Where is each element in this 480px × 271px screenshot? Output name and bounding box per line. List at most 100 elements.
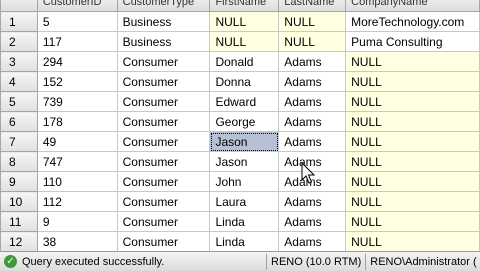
cell-customertype[interactable]: Consumer bbox=[116, 111, 211, 132]
cell-firstname[interactable]: Donald bbox=[209, 51, 280, 72]
cell-companyname[interactable]: Puma Consulting bbox=[345, 31, 480, 52]
row-number[interactable]: 12 bbox=[0, 231, 38, 251]
cell-lastname[interactable]: Adams bbox=[278, 191, 347, 212]
table-row[interactable]: 12 38 Consumer Linda Adams NULL bbox=[0, 231, 480, 251]
cell-companyname[interactable]: NULL bbox=[345, 111, 480, 132]
cell-customerid[interactable]: 110 bbox=[36, 171, 118, 192]
cell-customertype[interactable]: Consumer bbox=[116, 131, 211, 152]
cell-customerid[interactable]: 739 bbox=[36, 91, 118, 112]
cell-lastname[interactable]: Adams bbox=[278, 211, 347, 232]
column-header-companyname[interactable]: CompanyName bbox=[345, 0, 480, 12]
cell-customertype[interactable]: Consumer bbox=[116, 171, 211, 192]
cell-companyname[interactable]: NULL bbox=[345, 211, 480, 232]
row-number[interactable]: 6 bbox=[0, 111, 38, 132]
cell-firstname[interactable]: Edward bbox=[209, 91, 280, 112]
cell-lastname[interactable]: Adams bbox=[278, 111, 347, 132]
row-number[interactable]: 7 bbox=[0, 131, 38, 152]
cell-firstname[interactable]: Jason bbox=[209, 151, 280, 172]
table-row[interactable]: 7 49 Consumer Jason Adams NULL bbox=[0, 131, 480, 152]
cell-customerid[interactable]: 49 bbox=[36, 131, 118, 152]
cell-firstname[interactable]: NULL bbox=[209, 31, 280, 52]
cell-companyname[interactable]: NULL bbox=[345, 131, 480, 152]
cell-customerid[interactable]: 38 bbox=[36, 231, 118, 251]
status-divider bbox=[365, 253, 367, 270]
cell-customertype[interactable]: Consumer bbox=[116, 231, 211, 251]
row-number[interactable]: 1 bbox=[0, 11, 38, 32]
cell-companyname[interactable]: MoreTechnology.com bbox=[345, 11, 480, 32]
table-row[interactable]: 6 178 Consumer George Adams NULL bbox=[0, 111, 480, 132]
cell-lastname[interactable]: NULL bbox=[278, 11, 347, 32]
column-header-customertype[interactable]: CustomerType bbox=[116, 0, 211, 12]
cell-lastname[interactable]: NULL bbox=[278, 31, 347, 52]
column-header-lastname[interactable]: LastName bbox=[278, 0, 347, 12]
cell-lastname[interactable]: Adams bbox=[278, 51, 347, 72]
cell-customertype[interactable]: Consumer bbox=[116, 71, 211, 92]
row-number[interactable]: 4 bbox=[0, 71, 38, 92]
table-row[interactable]: 11 9 Consumer Linda Adams NULL bbox=[0, 211, 480, 232]
cell-customerid[interactable]: 178 bbox=[36, 111, 118, 132]
cell-customertype[interactable]: Consumer bbox=[116, 211, 211, 232]
cell-lastname[interactable]: Adams bbox=[278, 171, 347, 192]
row-number[interactable]: 11 bbox=[0, 211, 38, 232]
table-row[interactable]: 5 739 Consumer Edward Adams NULL bbox=[0, 91, 480, 112]
cell-customerid[interactable]: 112 bbox=[36, 191, 118, 212]
cell-customerid[interactable]: 294 bbox=[36, 51, 118, 72]
table-row[interactable]: 9 110 Consumer John Adams NULL bbox=[0, 171, 480, 192]
check-circle-icon: ✓ bbox=[4, 255, 17, 268]
results-grid[interactable]: CustomerID CustomerType FirstName LastNa… bbox=[0, 0, 480, 251]
cell-firstname[interactable]: Linda bbox=[209, 211, 280, 232]
cell-customertype[interactable]: Consumer bbox=[116, 91, 211, 112]
cell-lastname[interactable]: Adams bbox=[278, 71, 347, 92]
cell-customertype[interactable]: Consumer bbox=[116, 151, 211, 172]
cell-lastname[interactable]: Adams bbox=[278, 91, 347, 112]
table-row[interactable]: 2 117 Business NULL NULL Puma Consulting bbox=[0, 31, 480, 52]
status-message: Query executed successfully. bbox=[22, 255, 165, 268]
user-info: RENO\Administrator ( bbox=[370, 255, 477, 268]
cell-customertype[interactable]: Business bbox=[116, 31, 211, 52]
cell-companyname[interactable]: NULL bbox=[345, 51, 480, 72]
cell-lastname[interactable]: Adams bbox=[278, 231, 347, 251]
table-row[interactable]: 10 112 Consumer Laura Adams NULL bbox=[0, 191, 480, 212]
cell-companyname[interactable]: NULL bbox=[345, 171, 480, 192]
server-info: RENO (10.0 RTM) bbox=[271, 255, 362, 268]
cell-customerid[interactable]: 747 bbox=[36, 151, 118, 172]
select-all-corner[interactable] bbox=[0, 0, 38, 12]
cell-firstname[interactable]: Laura bbox=[209, 191, 280, 212]
cell-customertype[interactable]: Consumer bbox=[116, 51, 211, 72]
table-row[interactable]: 8 747 Consumer Jason Adams NULL bbox=[0, 151, 480, 172]
cell-customerid[interactable]: 117 bbox=[36, 31, 118, 52]
row-number[interactable]: 3 bbox=[0, 51, 38, 72]
table-row[interactable]: 1 5 Business NULL NULL MoreTechnology.co… bbox=[0, 11, 480, 32]
status-divider bbox=[266, 253, 267, 270]
row-number[interactable]: 5 bbox=[0, 91, 38, 112]
cell-lastname[interactable]: Adams bbox=[278, 151, 347, 172]
column-header-customerid[interactable]: CustomerID bbox=[36, 0, 118, 12]
cell-lastname[interactable]: Adams bbox=[278, 131, 347, 152]
cell-customertype[interactable]: Business bbox=[116, 11, 211, 32]
cell-companyname[interactable]: NULL bbox=[345, 231, 480, 251]
query-status: ✓ Query executed successfully. bbox=[0, 255, 262, 268]
cell-firstname-selected[interactable]: Jason bbox=[209, 131, 280, 152]
row-number[interactable]: 8 bbox=[0, 151, 38, 172]
cell-firstname[interactable]: Linda bbox=[209, 231, 280, 251]
cell-firstname[interactable]: John bbox=[209, 171, 280, 192]
cell-firstname[interactable]: NULL bbox=[209, 11, 280, 32]
cell-customerid[interactable]: 9 bbox=[36, 211, 118, 232]
cell-customertype[interactable]: Consumer bbox=[116, 191, 211, 212]
status-bar: ✓ Query executed successfully. RENO (10.… bbox=[0, 251, 480, 271]
cell-customerid[interactable]: 5 bbox=[36, 11, 118, 32]
row-number[interactable]: 2 bbox=[0, 31, 38, 52]
row-number[interactable]: 10 bbox=[0, 191, 38, 212]
cell-customerid[interactable]: 152 bbox=[36, 71, 118, 92]
table-row[interactable]: 4 152 Consumer Donna Adams NULL bbox=[0, 71, 480, 92]
cell-companyname[interactable]: NULL bbox=[345, 71, 480, 92]
cell-companyname[interactable]: NULL bbox=[345, 191, 480, 212]
row-number[interactable]: 9 bbox=[0, 171, 38, 192]
cell-firstname[interactable]: Donna bbox=[209, 71, 280, 92]
cell-companyname[interactable]: NULL bbox=[345, 151, 480, 172]
results-table: CustomerID CustomerType FirstName LastNa… bbox=[0, 0, 480, 251]
cell-companyname[interactable]: NULL bbox=[345, 91, 480, 112]
cell-firstname[interactable]: George bbox=[209, 111, 280, 132]
column-header-firstname[interactable]: FirstName bbox=[209, 0, 280, 12]
table-row[interactable]: 3 294 Consumer Donald Adams NULL bbox=[0, 51, 480, 72]
